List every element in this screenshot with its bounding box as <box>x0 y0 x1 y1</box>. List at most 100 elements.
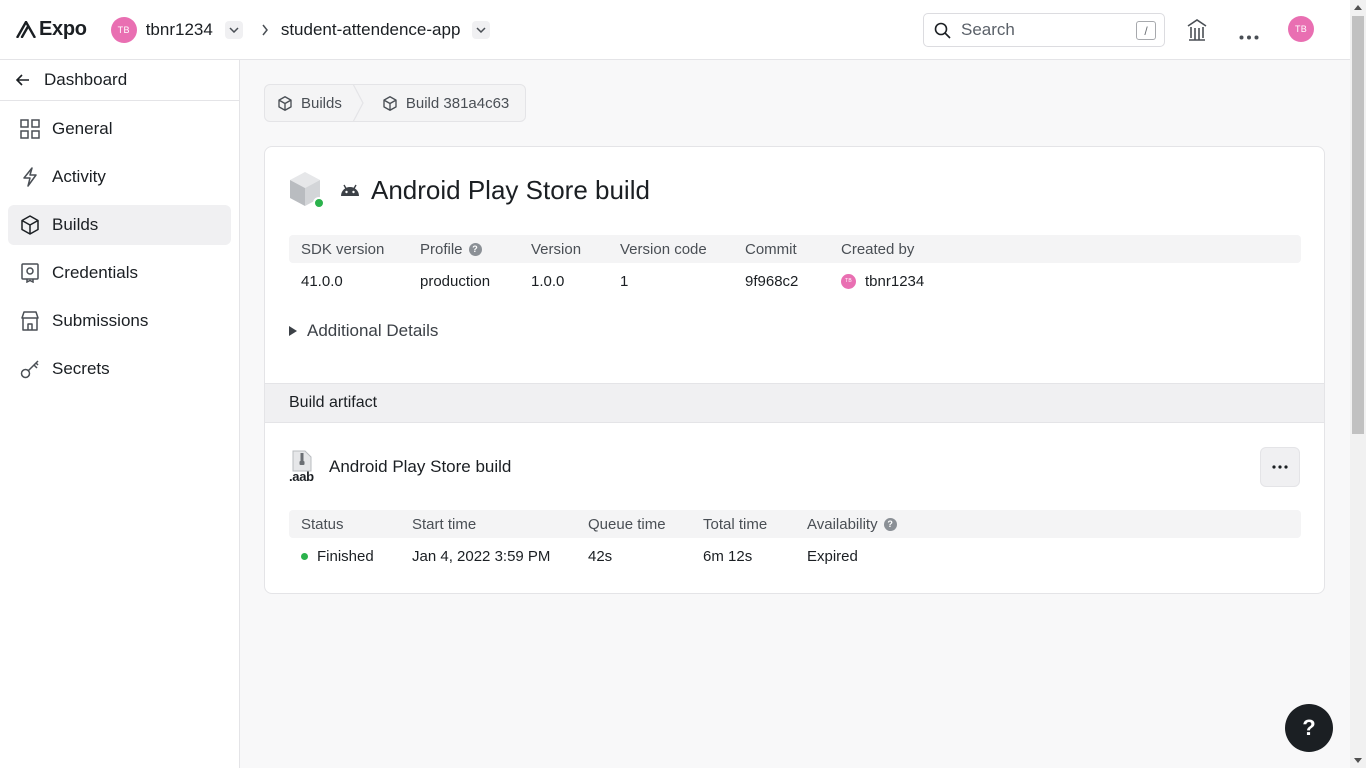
sidebar-item-credentials[interactable]: Credentials <box>8 253 231 293</box>
build-card: Android Play Store build SDK version Pro… <box>264 146 1325 594</box>
chevron-down-icon <box>476 26 486 33</box>
main-content: Builds Build 381a4c63 Android Play Store… <box>240 60 1350 768</box>
status-dot <box>301 552 308 560</box>
meta-header: Version <box>531 240 582 258</box>
account-avatar: TB <box>110 16 137 43</box>
breadcrumb-label: Builds <box>301 94 342 112</box>
user-menu[interactable]: TB <box>1288 16 1314 42</box>
expo-logo[interactable]: Expo <box>16 18 87 41</box>
more-horizontal-icon <box>1272 465 1288 469</box>
meta-header: Profile <box>420 240 463 258</box>
version-code-value: 1 <box>620 272 629 290</box>
cube-icon <box>383 95 397 111</box>
search-icon <box>934 22 951 39</box>
sdk-version: 41.0.0 <box>301 272 343 290</box>
store-icon <box>20 311 40 331</box>
sidebar-item-label: Builds <box>52 215 99 234</box>
meta-header-row: SDK version Profile? Version Version cod… <box>289 235 1301 263</box>
triangle-right-icon <box>289 326 297 336</box>
commit-link[interactable]: 9f968c2 <box>733 273 829 290</box>
additional-details-label: Additional Details <box>307 321 439 340</box>
status-header: Start time <box>412 515 477 533</box>
status-header: Queue time <box>588 515 666 533</box>
breadcrumb: Builds Build 381a4c63 <box>264 84 527 122</box>
back-to-dashboard[interactable]: Dashboard <box>0 60 239 101</box>
sidebar-item-secrets[interactable]: Secrets <box>8 349 231 389</box>
sidebar-item-label: Credentials <box>52 263 138 282</box>
profile-value: production <box>420 272 491 290</box>
creator-name: tbnr1234 <box>865 272 925 290</box>
meta-header-profile: Profile? <box>408 241 519 258</box>
help-button[interactable]: ? <box>1285 704 1333 752</box>
android-icon <box>341 184 359 196</box>
sidebar-item-activity[interactable]: Activity <box>8 157 231 197</box>
scroll-thumb[interactable] <box>1352 16 1364 434</box>
artifact-status-table: Status Start time Queue time Total time … <box>289 510 1301 574</box>
key-icon <box>20 359 40 379</box>
chevron-down-icon <box>229 26 239 33</box>
artifact-options-button[interactable] <box>1260 447 1300 487</box>
meta-header: Created by <box>841 240 915 258</box>
docs-icon[interactable] <box>1186 18 1208 47</box>
sidebar-item-builds[interactable]: Builds <box>8 205 231 245</box>
chevron-right-icon <box>261 24 269 36</box>
account-switcher[interactable]: TB tbnr1234 <box>110 16 243 43</box>
status-header-row: Status Start time Queue time Total time … <box>289 510 1301 538</box>
more-menu-icon[interactable] <box>1239 27 1259 45</box>
sidebar: Dashboard General Activity Builds Creden… <box>0 60 240 768</box>
credentials-icon <box>20 263 40 283</box>
artifact-item: .aab Android Play Store build <box>289 450 511 484</box>
additional-details-toggle[interactable]: Additional Details <box>289 321 438 341</box>
file-extension: .aab <box>289 469 314 484</box>
back-label: Dashboard <box>44 70 128 89</box>
expo-logo-icon <box>16 21 36 38</box>
account-name: tbnr1234 <box>145 19 213 39</box>
status-value: Finished <box>289 548 400 565</box>
sidebar-item-label: Secrets <box>52 359 110 378</box>
scroll-up-arrow[interactable] <box>1354 5 1362 10</box>
version-value: 1.0.0 <box>531 272 565 290</box>
scroll-down-arrow[interactable] <box>1354 758 1362 763</box>
page-scrollbar[interactable] <box>1350 0 1366 768</box>
project-name[interactable]: student-attendence-app <box>281 20 461 40</box>
search-input[interactable] <box>961 20 1121 40</box>
sidebar-item-submissions[interactable]: Submissions <box>8 301 231 341</box>
created-by[interactable]: TB tbnr1234 <box>829 273 924 290</box>
cube-icon <box>278 95 292 111</box>
breadcrumb-label: Build 381a4c63 <box>405 94 510 112</box>
meta-header: Commit <box>745 240 797 258</box>
user-avatar: TB <box>1288 16 1314 42</box>
project-dropdown-button[interactable] <box>472 20 491 39</box>
build-header: Android Play Store build <box>289 171 650 209</box>
status-header: Availability <box>807 515 878 533</box>
sidebar-item-general[interactable]: General <box>8 109 231 149</box>
aab-file-icon: .aab <box>289 450 317 484</box>
breadcrumb-builds[interactable]: Builds <box>265 85 358 121</box>
build-title: Android Play Store build <box>371 174 650 205</box>
search-box[interactable]: / <box>923 13 1165 47</box>
brand-name: Expo <box>39 18 87 40</box>
bolt-icon <box>20 167 40 187</box>
grid-icon <box>20 119 40 139</box>
artifact-name: Android Play Store build <box>329 457 512 476</box>
help-icon[interactable]: ? <box>883 517 897 531</box>
cube-icon <box>20 215 40 235</box>
status-value-row: Finished Jan 4, 2022 3:59 PM 42s 6m 12s … <box>289 538 1301 574</box>
queue-time: 42s <box>588 547 613 565</box>
meta-header: Version code <box>620 240 707 258</box>
account-dropdown-button[interactable] <box>224 20 243 39</box>
breadcrumb-current-build[interactable]: Build 381a4c63 <box>370 85 525 121</box>
start-time: Jan 4, 2022 3:59 PM <box>412 547 551 565</box>
sidebar-item-label: Activity <box>52 167 106 186</box>
build-meta-table: SDK version Profile? Version Version cod… <box>289 235 1301 299</box>
status-header-availability: Availability? <box>795 516 897 533</box>
status-header: Total time <box>703 515 768 533</box>
availability: Expired <box>807 547 858 565</box>
help-icon[interactable]: ? <box>468 242 482 256</box>
build-status-icon <box>289 171 325 209</box>
status-header: Status <box>301 515 344 533</box>
status-text: Finished <box>317 547 374 565</box>
build-artifact-section-header: Build artifact <box>265 383 1324 423</box>
sidebar-item-label: Submissions <box>52 311 149 330</box>
creator-avatar: TB <box>841 273 856 289</box>
